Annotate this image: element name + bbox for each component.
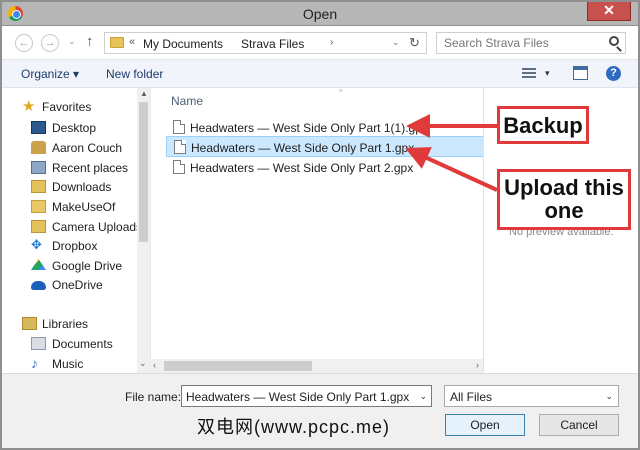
sidebar-item-label: Recent places: [52, 161, 129, 175]
file-list-pane[interactable]: ^ Name Headwaters — West Side Only Part …: [150, 88, 484, 373]
file-row-selected[interactable]: Headwaters — West Side Only Part 1.gpx: [166, 136, 484, 157]
navigation-pane[interactable]: ★ Favorites Desktop Aaron Couch Recent p…: [0, 88, 150, 373]
breadcrumb-strava-files[interactable]: Strava Files: [241, 37, 304, 51]
libraries-icon: [22, 317, 37, 330]
upload-callout-line1: Upload this: [504, 175, 624, 200]
favorites-header[interactable]: Favorites: [42, 100, 91, 114]
file-icon: [173, 160, 185, 174]
recent-places-icon: [31, 161, 46, 174]
sidebar-scrollbar[interactable]: ▲ ⌄: [137, 88, 150, 373]
backup-callout: Backup: [497, 106, 589, 144]
search-icon[interactable]: [609, 36, 619, 46]
file-icon: [173, 120, 185, 134]
sidebar-item-label: Aaron Couch: [52, 141, 123, 155]
sidebar-item-label: Downloads: [52, 180, 112, 194]
watermark-text: 双电网(www.pcpc.me): [197, 417, 391, 437]
favorites-star-icon: ★: [22, 98, 36, 115]
recent-locations-dropdown[interactable]: ⌄: [68, 36, 76, 47]
file-name: Headwaters — West Side Only Part 2.gpx: [190, 161, 414, 175]
new-folder-button[interactable]: New folder: [106, 67, 163, 81]
documents-icon: [31, 337, 46, 350]
title-bar: Open ✕: [0, 0, 640, 26]
search-box[interactable]: [436, 32, 626, 54]
google-drive-icon: [31, 259, 46, 271]
sort-indicator-icon: ^: [339, 88, 343, 97]
breadcrumb-my-documents[interactable]: My Documents: [143, 37, 223, 51]
preview-pane-icon[interactable]: [573, 66, 588, 80]
backup-callout-text: Backup: [503, 113, 583, 138]
views-dropdown-icon[interactable]: ▾: [545, 68, 550, 79]
file-type-select[interactable]: All Files ⌄: [444, 385, 619, 407]
scrollbar-thumb[interactable]: [164, 361, 312, 371]
organize-menu[interactable]: Organize ▾: [21, 67, 79, 81]
dropbox-icon: ✥: [31, 237, 42, 252]
file-row[interactable]: Headwaters — West Side Only Part 1(1).gp…: [166, 117, 484, 138]
cancel-button[interactable]: Cancel: [539, 414, 619, 436]
camera-folder-icon: [31, 220, 46, 233]
downloads-icon: [31, 180, 46, 193]
file-list-horizontal-scrollbar[interactable]: ‹ ›: [150, 359, 483, 373]
sidebar-item-label: Documents: [52, 337, 113, 351]
search-input[interactable]: [437, 33, 607, 53]
breadcrumb-overflow[interactable]: «: [129, 36, 135, 48]
scroll-left-arrow[interactable]: ‹: [153, 360, 156, 370]
back-button[interactable]: ←: [15, 34, 33, 52]
up-button[interactable]: ↑: [86, 33, 94, 50]
breadcrumb-separator[interactable]: ›: [330, 37, 333, 48]
column-header-name[interactable]: Name: [171, 94, 203, 108]
file-type-value: All Files: [450, 390, 493, 404]
onedrive-icon: [31, 281, 46, 290]
close-button[interactable]: ✕: [587, 1, 631, 21]
dialog-footer: File name: Headwaters — West Side Only P…: [0, 373, 640, 450]
file-name-combobox[interactable]: Headwaters — West Side Only Part 1.gpx ⌄: [181, 385, 432, 407]
sidebar-item-label: Camera Uploads: [52, 220, 143, 234]
upload-callout-line2: one: [544, 198, 584, 224]
forward-button[interactable]: →: [41, 34, 59, 52]
chevron-down-icon[interactable]: ⌄: [605, 391, 613, 402]
sidebar-item-label: Desktop: [52, 121, 97, 135]
sidebar-item-label: Dropbox: [52, 239, 98, 253]
command-toolbar: Organize ▾ New folder ▾ ?: [0, 60, 640, 88]
navigation-bar: ← → ⌄ ↑ « My Documents › Strava Files ⌄ …: [0, 26, 640, 60]
scroll-up-arrow[interactable]: ▲: [140, 89, 148, 98]
scrollbar-thumb[interactable]: [139, 102, 148, 242]
change-view-icon[interactable]: [522, 68, 536, 79]
sidebar-item-label: Google Drive: [52, 259, 123, 273]
file-name-label: File name:: [125, 390, 182, 404]
sidebar-item-label: Music: [52, 357, 84, 371]
address-dropdown-icon[interactable]: ⌄: [392, 37, 400, 48]
sidebar-item-label: OneDrive: [52, 278, 103, 292]
address-bar[interactable]: « My Documents › Strava Files ⌄ ↻: [104, 32, 427, 54]
file-icon: [174, 140, 186, 154]
file-name-input[interactable]: Headwaters — West Side Only Part 1.gpx: [186, 390, 409, 404]
scroll-right-arrow[interactable]: ›: [476, 360, 479, 370]
open-button[interactable]: Open: [445, 414, 525, 436]
user-folder-icon: [31, 141, 46, 154]
folder-icon: [31, 200, 46, 213]
window-title: Open: [302, 6, 338, 22]
upload-callout: Upload this one: [497, 169, 631, 230]
help-icon[interactable]: ?: [606, 66, 621, 81]
desktop-icon: [31, 121, 46, 134]
sidebar-item-label: MakeUseOf: [52, 200, 116, 214]
file-name: Headwaters — West Side Only Part 1.gpx: [191, 141, 415, 155]
scroll-down-arrow[interactable]: ⌄: [139, 358, 147, 369]
chevron-down-icon[interactable]: ⌄: [419, 391, 427, 402]
refresh-icon[interactable]: ↻: [409, 35, 420, 51]
file-name: Headwaters — West Side Only Part 1(1).gp…: [190, 121, 428, 135]
file-row[interactable]: Headwaters — West Side Only Part 2.gpx: [166, 157, 484, 178]
libraries-header[interactable]: Libraries: [42, 317, 88, 331]
folder-icon: [110, 37, 124, 48]
music-icon: ♪: [31, 355, 38, 371]
